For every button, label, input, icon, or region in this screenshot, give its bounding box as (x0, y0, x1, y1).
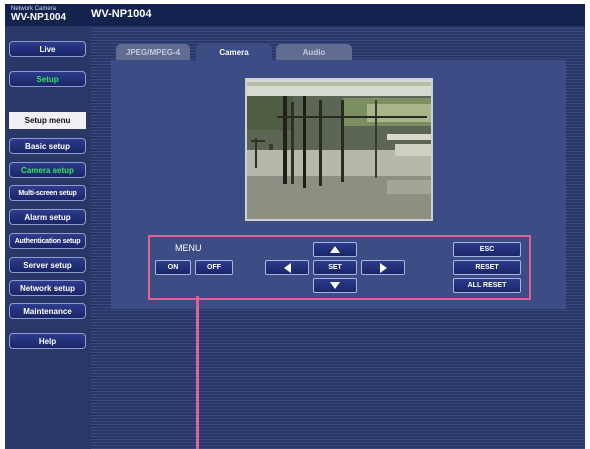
sidebar-item-multi-screen-setup[interactable]: Multi-screen setup (9, 185, 86, 201)
set-button[interactable]: SET (313, 260, 357, 275)
setup-menu-heading: Setup menu (9, 112, 86, 129)
sidebar-item-basic-setup[interactable]: Basic setup (9, 138, 86, 154)
menu-control-box: MENU ON OFF SET ESC RESET ALL RESET (148, 235, 531, 300)
tab-camera[interactable]: Camera (196, 44, 272, 60)
left-button[interactable] (265, 260, 309, 275)
arrow-down-icon (330, 282, 340, 289)
callout-pointer-line (196, 296, 199, 449)
main-content: JPEG/MPEG-4 Camera Audio MENU ON OFF SET… (91, 26, 585, 449)
menu-label: MENU (175, 243, 202, 253)
arrow-up-icon (330, 246, 340, 253)
tab-audio[interactable]: Audio (276, 44, 352, 60)
page-title: WV-NP1004 (91, 8, 152, 20)
sidebar-item-network-setup[interactable]: Network setup (9, 280, 86, 296)
right-button[interactable] (361, 260, 405, 275)
sidebar-item-server-setup[interactable]: Server setup (9, 257, 86, 273)
tab-jpeg-mpeg4[interactable]: JPEG/MPEG-4 (116, 44, 190, 60)
sidebar-item-alarm-setup[interactable]: Alarm setup (9, 209, 86, 225)
arrow-left-icon (283, 262, 291, 273)
brand-model: WV-NP1004 (11, 12, 67, 23)
live-button[interactable]: Live (9, 41, 86, 57)
arrow-right-icon (379, 262, 387, 273)
menu-off-button[interactable]: OFF (195, 260, 233, 275)
camera-panel: MENU ON OFF SET ESC RESET ALL RESET (111, 60, 566, 309)
sidebar-item-camera-setup[interactable]: Camera setup (9, 162, 86, 178)
setup-button[interactable]: Setup (9, 71, 86, 87)
help-button[interactable]: Help (9, 333, 86, 349)
up-button[interactable] (313, 242, 357, 257)
sidebar: Live Setup Setup menu Basic setup Camera… (5, 26, 91, 449)
esc-button[interactable]: ESC (453, 242, 521, 257)
all-reset-button[interactable]: ALL RESET (453, 278, 521, 293)
camera-live-image (245, 78, 433, 221)
reset-button[interactable]: RESET (453, 260, 521, 275)
down-button[interactable] (313, 278, 357, 293)
header-bar: Network Camera WV-NP1004 WV-NP1004 (5, 4, 585, 26)
camera-scene-image (247, 80, 431, 219)
app-window: Network Camera WV-NP1004 WV-NP1004 Live … (5, 4, 585, 449)
sidebar-item-authentication-setup[interactable]: Authentication setup (9, 233, 86, 249)
sidebar-item-maintenance[interactable]: Maintenance (9, 303, 86, 319)
menu-on-button[interactable]: ON (155, 260, 191, 275)
